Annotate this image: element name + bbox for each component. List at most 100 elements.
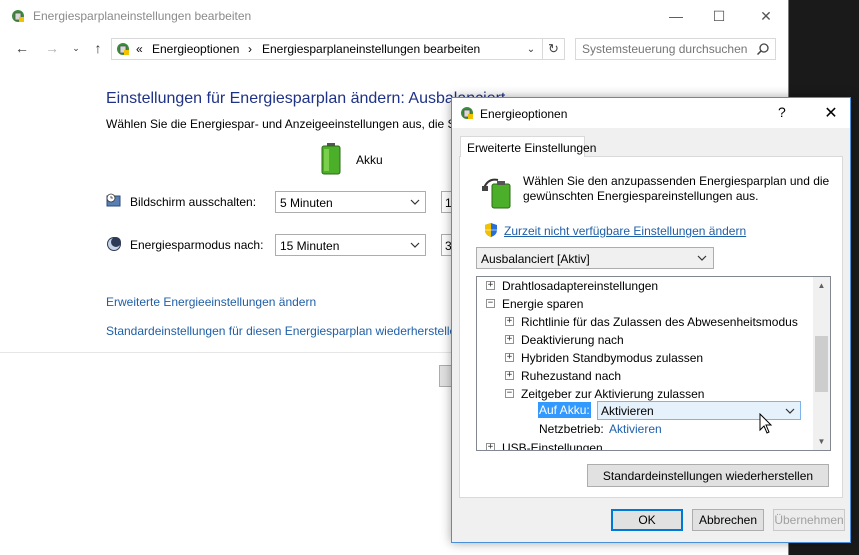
change-unavailable-settings-link[interactable]: Zurzeit nicht verfügbare Einstellungen ä… — [504, 224, 746, 238]
uac-shield-icon — [485, 223, 497, 237]
tree-item-label: Hybriden Standbymodus zulassen — [521, 351, 704, 365]
tree-item[interactable]: + Deaktivierung nach — [477, 331, 811, 349]
address-bar[interactable]: « Energieoptionen › Energiesparplaneinst… — [111, 38, 565, 60]
breadcrumb-energieoptionen[interactable]: Energieoptionen — [152, 42, 239, 56]
battery-plug-icon — [482, 178, 511, 209]
forward-button[interactable]: → — [44, 40, 60, 56]
display-off-label: Bildschirm ausschalten: — [130, 195, 257, 209]
sleep-label: Energiesparmodus nach: — [130, 238, 264, 252]
tree-item-label: Zeitgeber zur Aktivierung zulassen — [521, 387, 705, 401]
close-icon: ✕ — [760, 7, 772, 24]
refresh-button[interactable]: ↻ — [542, 39, 564, 59]
breadcrumb-current[interactable]: Energiesparplaneinstellungen bearbeiten — [262, 42, 480, 56]
tree-item-label: Energie sparen — [502, 297, 584, 311]
close-button[interactable]: ✕ — [743, 0, 789, 32]
moon-icon — [107, 237, 121, 251]
up-button[interactable]: ↑ — [90, 40, 106, 56]
power-options-icon — [461, 107, 473, 119]
arrow-left-icon: ← — [15, 40, 29, 56]
chevron-down-icon — [410, 242, 420, 248]
advanced-settings-link[interactable]: Erweiterte Energieeinstellungen ändern — [106, 295, 316, 309]
page-title: Einstellungen für Energiesparplan ändern… — [106, 90, 506, 107]
refresh-icon: ↻ — [548, 41, 559, 56]
panel-description: Wählen Sie den anzupassenden Energiespar… — [523, 174, 830, 203]
arrow-up-icon: ↑ — [94, 40, 102, 56]
expand-icon[interactable]: + — [486, 281, 495, 290]
window-title: Energiesparplaneinstellungen bearbeiten — [33, 9, 252, 23]
maximize-icon: ☐ — [712, 7, 726, 24]
tree-item-label: Drahtlosadaptereinstellungen — [502, 279, 659, 293]
chevron-down-icon: ▼ — [817, 437, 826, 446]
tree-item[interactable]: + Drahtlosadaptereinstellungen — [477, 277, 811, 295]
tree-item[interactable]: + Richtlinie für das Zulassen des Abwese… — [477, 313, 811, 331]
settings-tree[interactable]: + Drahtlosadaptereinstellungen − Energie… — [476, 276, 831, 451]
dialog-close-button[interactable]: ✕ — [816, 101, 846, 125]
dialog-title-bar: Energieoptionen ? ✕ — [452, 98, 850, 128]
power-options-icon — [12, 10, 24, 22]
plan-select-value: Ausbalanciert [Aktiv] — [481, 252, 590, 266]
restore-defaults-button[interactable]: Standardeinstellungen wiederherstellen — [587, 464, 829, 487]
scroll-up-arrow[interactable]: ▲ — [813, 277, 830, 294]
tree-item-label: USB-Einstellungen — [502, 441, 603, 451]
search-input[interactable] — [582, 41, 752, 57]
tree-item[interactable]: + Ruhezustand nach — [477, 367, 811, 385]
expand-icon[interactable]: + — [505, 353, 514, 362]
minimize-button[interactable]: — — [653, 0, 699, 32]
search-icon — [756, 43, 769, 56]
tree-item[interactable]: + USB-Einstellungen — [477, 439, 811, 451]
tab-panel: Wählen Sie den anzupassenden Energiespar… — [459, 156, 843, 498]
search-box[interactable] — [575, 38, 776, 60]
arrow-right-icon: → — [45, 40, 59, 56]
dialog-title: Energieoptionen — [480, 107, 568, 121]
chevron-down-icon: ⌄ — [526, 43, 536, 55]
expand-icon[interactable]: + — [486, 443, 495, 450]
recent-locations-button[interactable]: ⌄ — [68, 40, 84, 56]
help-button[interactable]: ? — [778, 104, 786, 120]
power-options-icon — [117, 43, 129, 55]
restore-defaults-link[interactable]: Standardeinstellungen für diesen Energie… — [106, 324, 463, 338]
apply-button[interactable]: Übernehmen — [773, 509, 845, 531]
plan-select[interactable]: Ausbalanciert [Aktiv] — [476, 247, 714, 269]
cancel-button[interactable]: Abbrechen — [692, 509, 764, 531]
close-icon: ✕ — [824, 105, 838, 122]
tree-item-label: Richtlinie für das Zulassen des Abwesenh… — [521, 315, 798, 329]
tab-label: Erweiterte Einstellungen — [467, 141, 597, 155]
power-options-dialog: Energieoptionen ? ✕ Erweiterte Einstellu… — [451, 97, 851, 543]
tab-advanced-settings[interactable]: Erweiterte Einstellungen — [460, 136, 596, 157]
expand-icon[interactable]: + — [505, 371, 514, 380]
chevron-down-icon: ⌄ — [72, 42, 80, 53]
minimize-icon: — — [669, 8, 683, 24]
expand-icon[interactable]: + — [505, 317, 514, 326]
tree-scrollbar[interactable]: ▲ ▼ — [813, 277, 830, 450]
divider — [0, 352, 452, 353]
collapse-icon[interactable]: − — [486, 299, 495, 308]
tree-item-label: Ruhezustand nach — [521, 369, 622, 383]
mouse-cursor-icon — [759, 413, 773, 434]
chevron-down-icon — [697, 255, 707, 261]
tree-item[interactable]: − Zeitgeber zur Aktivierung zulassen — [477, 385, 811, 403]
tree-item[interactable]: + Hybriden Standbymodus zulassen — [477, 349, 811, 367]
display-off-battery-select[interactable]: 5 Minuten — [275, 191, 426, 213]
sleep-battery-select[interactable]: 15 Minuten — [275, 234, 426, 256]
battery-column-label: Akku — [356, 153, 383, 167]
maximize-button[interactable]: ☐ — [696, 0, 742, 32]
address-dropdown[interactable]: ⌄ — [524, 42, 538, 56]
title-bar: Energiesparplaneinstellungen bearbeiten … — [0, 0, 789, 32]
chevron-down-icon — [410, 199, 420, 205]
scroll-thumb[interactable] — [815, 336, 828, 392]
tree-item-label: Deaktivierung nach — [521, 333, 624, 347]
breadcrumb-overflow[interactable]: « — [136, 42, 143, 56]
display-clock-icon — [106, 193, 121, 207]
back-button[interactable]: ← — [14, 40, 30, 56]
collapse-icon[interactable]: − — [505, 389, 514, 398]
expand-icon[interactable]: + — [505, 335, 514, 344]
chevron-up-icon: ▲ — [817, 281, 826, 290]
address-row: ← → ⌄ ↑ « Energieoptionen › Energiesparp… — [0, 32, 789, 66]
ok-button[interactable]: OK — [611, 509, 683, 531]
tree-item[interactable]: − Energie sparen — [477, 295, 811, 313]
battery-icon — [321, 143, 341, 175]
scroll-down-arrow[interactable]: ▼ — [813, 433, 830, 450]
breadcrumb-separator: › — [248, 42, 252, 56]
display-off-battery-value: 5 Minuten — [280, 196, 333, 210]
sleep-battery-value: 15 Minuten — [280, 239, 340, 253]
